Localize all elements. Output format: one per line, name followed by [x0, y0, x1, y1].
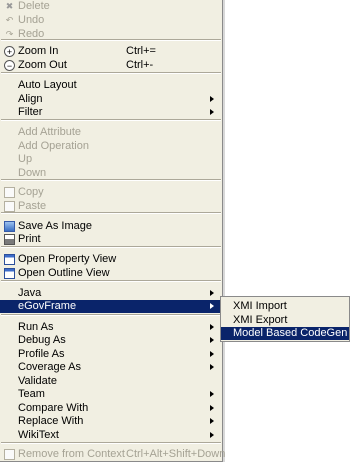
separator	[1, 246, 221, 248]
paste-icon	[4, 201, 15, 212]
egovframe-submenu: XMI Import XMI Export Model Based CodeGe…	[220, 296, 350, 342]
separator	[1, 280, 221, 282]
separator	[1, 39, 221, 41]
separator	[1, 119, 221, 121]
submenu-arrow-icon	[210, 96, 214, 102]
submenu-item-model-based-codegen[interactable]: Model Based CodeGen	[221, 327, 349, 340]
separator	[1, 179, 221, 181]
submenu-arrow-icon	[210, 432, 214, 438]
menu-item-team[interactable]: Team	[0, 388, 222, 401]
menu-item-undo[interactable]: ↶ Undo	[0, 14, 222, 27]
submenu-arrow-icon	[210, 364, 214, 370]
menu-item-save-as-image[interactable]: Save As Image	[0, 220, 222, 233]
menu-item-run-as[interactable]: Run As	[0, 321, 222, 334]
menu-item-java[interactable]: Java	[0, 287, 222, 300]
submenu-arrow-icon	[210, 391, 214, 397]
menu-item-debug-as[interactable]: Debug As	[0, 334, 222, 347]
separator	[1, 314, 221, 316]
menu-item-open-property-view[interactable]: Open Property View	[0, 253, 222, 266]
zoom-out-icon: −	[4, 60, 15, 71]
context-menu: ✖ Delete ↶ Undo ↷ Redo + Zoom In Ctrl+= …	[0, 0, 225, 462]
submenu-arrow-icon	[210, 405, 214, 411]
menu-item-filter[interactable]: Filter	[0, 106, 222, 119]
menu-item-print[interactable]: Print	[0, 233, 222, 246]
separator	[1, 72, 221, 74]
remove-context-icon	[4, 449, 15, 460]
menu-item-add-operation[interactable]: Add Operation	[0, 140, 222, 153]
property-view-icon	[4, 254, 15, 265]
menu-item-validate[interactable]: Validate	[0, 375, 222, 388]
menu-item-remove-from-context[interactable]: Remove from Context Ctrl+Alt+Shift+Down	[0, 448, 225, 461]
undo-icon: ↶	[5, 15, 14, 25]
menu-item-zoom-out[interactable]: − Zoom Out Ctrl+-	[0, 59, 222, 72]
menu-item-copy[interactable]: Copy	[0, 186, 222, 199]
submenu-arrow-icon	[210, 303, 214, 309]
submenu-arrow-icon	[210, 324, 214, 330]
menu-item-compare-with[interactable]: Compare With	[0, 402, 222, 415]
submenu-item-xmi-import[interactable]: XMI Import	[221, 300, 349, 313]
submenu-item-xmi-export[interactable]: XMI Export	[221, 314, 349, 327]
submenu-arrow-icon	[210, 337, 214, 343]
menu-item-replace-with[interactable]: Replace With	[0, 415, 222, 428]
separator	[1, 442, 221, 444]
menu-item-open-outline-view[interactable]: Open Outline View	[0, 267, 222, 280]
submenu-arrow-icon	[210, 418, 214, 424]
menu-item-add-attribute[interactable]: Add Attribute	[0, 126, 222, 139]
delete-icon: ✖	[5, 1, 14, 11]
submenu-arrow-icon	[210, 109, 214, 115]
copy-icon	[4, 187, 15, 198]
outline-view-icon	[4, 268, 15, 279]
menu-item-coverage-as[interactable]: Coverage As	[0, 361, 222, 374]
menu-item-egovframe[interactable]: eGovFrame	[0, 300, 222, 313]
menu-item-wikitext[interactable]: WikiText	[0, 429, 222, 442]
submenu-arrow-icon	[210, 351, 214, 357]
menu-item-up[interactable]: Up	[0, 153, 222, 166]
submenu-arrow-icon	[210, 290, 214, 296]
menu-item-align[interactable]: Align	[0, 93, 222, 106]
zoom-in-icon: +	[4, 46, 15, 57]
separator	[1, 212, 221, 214]
save-image-icon	[4, 221, 15, 232]
print-icon	[4, 234, 15, 245]
menu-item-profile-as[interactable]: Profile As	[0, 348, 222, 361]
menu-item-delete[interactable]: ✖ Delete	[0, 0, 222, 13]
menu-item-zoom-in[interactable]: + Zoom In Ctrl+=	[0, 45, 222, 58]
menu-item-auto-layout[interactable]: Auto Layout	[0, 79, 222, 92]
